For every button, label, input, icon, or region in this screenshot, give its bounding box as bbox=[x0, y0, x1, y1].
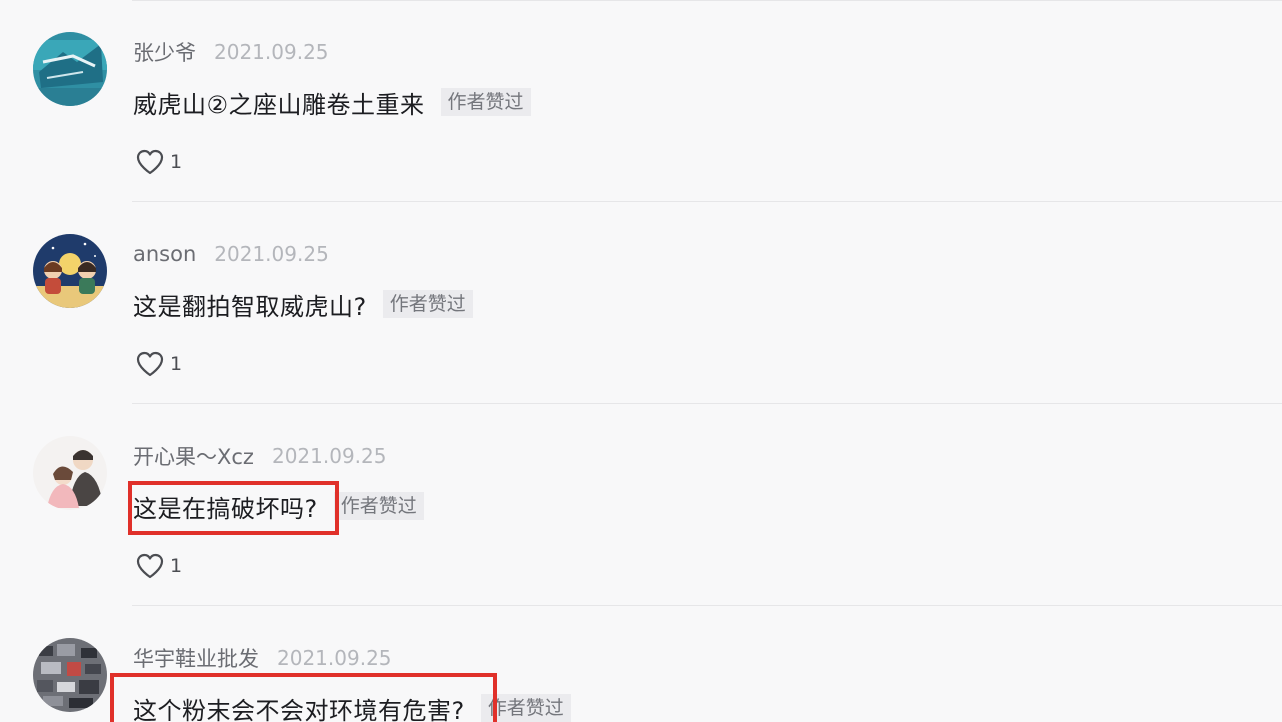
avatar[interactable] bbox=[33, 638, 107, 712]
comment-text: 威虎山②之座山雕卷土重来 bbox=[133, 90, 425, 119]
avatar[interactable] bbox=[33, 436, 107, 510]
comment-text: 这是在搞破坏吗? bbox=[133, 494, 318, 523]
avatar-image bbox=[33, 436, 107, 510]
comment-meta: anson 2021.09.25 bbox=[133, 240, 329, 268]
author-liked-badge: 作者赞过 bbox=[440, 88, 531, 116]
comment-meta: 张少爷 2021.09.25 bbox=[133, 38, 329, 66]
like-count: 1 bbox=[170, 151, 183, 173]
avatar-image bbox=[33, 638, 107, 712]
username[interactable]: 张少爷 bbox=[133, 37, 196, 67]
like-count: 1 bbox=[170, 353, 183, 375]
heart-outline-icon bbox=[136, 351, 164, 377]
author-liked-badge: 作者赞过 bbox=[333, 492, 424, 520]
username[interactable]: 华宇鞋业批发 bbox=[133, 643, 259, 673]
comment-text: 这是翻拍智取威虎山? bbox=[133, 292, 367, 321]
avatar[interactable] bbox=[33, 32, 107, 106]
like-count: 1 bbox=[170, 555, 183, 577]
username[interactable]: 开心果～Xcz bbox=[133, 441, 254, 471]
like-button[interactable]: 1 bbox=[136, 147, 182, 177]
avatar[interactable] bbox=[33, 234, 107, 308]
comment-item: 开心果～Xcz 2021.09.25 这是在搞破坏吗? 作者赞过 1 bbox=[0, 404, 1282, 606]
comment-item: 华宇鞋业批发 2021.09.25 这个粉末会不会对环境有危害? 作者赞过 bbox=[0, 606, 1282, 722]
comment-item: anson 2021.09.25 这是翻拍智取威虎山? 作者赞过 1 bbox=[0, 202, 1282, 404]
like-button[interactable]: 1 bbox=[136, 551, 182, 581]
username[interactable]: anson bbox=[133, 242, 196, 266]
comment-date: 2021.09.25 bbox=[271, 444, 387, 468]
comment-body: 这个粉末会不会对环境有危害? 作者赞过 bbox=[133, 690, 571, 722]
comment-body: 这是翻拍智取威虎山? 作者赞过 bbox=[133, 286, 473, 322]
comment-date: 2021.09.25 bbox=[214, 242, 329, 266]
comment-meta: 华宇鞋业批发 2021.09.25 bbox=[133, 644, 392, 672]
comment-body: 这是在搞破坏吗? 作者赞过 bbox=[133, 488, 424, 524]
heart-outline-icon bbox=[136, 553, 164, 579]
like-button[interactable]: 1 bbox=[136, 349, 182, 379]
comment-body: 威虎山②之座山雕卷土重来 作者赞过 bbox=[133, 84, 531, 120]
comment-date: 2021.09.25 bbox=[277, 646, 392, 670]
comment-date: 2021.09.25 bbox=[214, 40, 329, 64]
comment-meta: 开心果～Xcz 2021.09.25 bbox=[133, 442, 386, 470]
comment-text: 这个粉末会不会对环境有危害? bbox=[133, 696, 465, 722]
author-liked-badge: 作者赞过 bbox=[480, 694, 571, 722]
comment-item: 张少爷 2021.09.25 威虎山②之座山雕卷土重来 作者赞过 1 bbox=[0, 0, 1282, 202]
comment-list: 张少爷 2021.09.25 威虎山②之座山雕卷土重来 作者赞过 1 anson… bbox=[0, 0, 1282, 722]
avatar-image bbox=[33, 32, 107, 106]
author-liked-badge: 作者赞过 bbox=[382, 290, 473, 318]
heart-outline-icon bbox=[136, 149, 164, 175]
avatar-image bbox=[33, 234, 107, 308]
